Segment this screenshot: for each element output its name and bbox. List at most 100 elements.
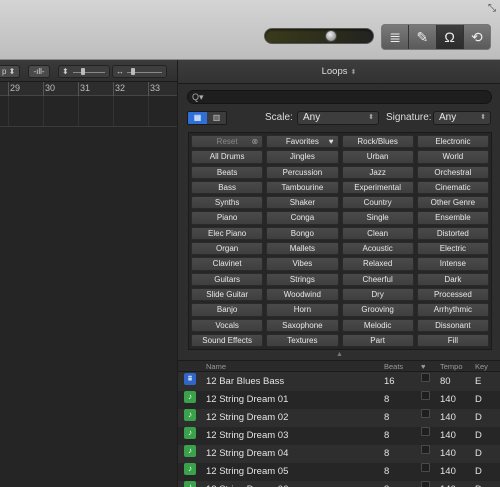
- list-editors-button[interactable]: ≣: [382, 25, 410, 49]
- keyword-button-beats[interactable]: Beats: [191, 165, 264, 179]
- keyword-button-relaxed[interactable]: Relaxed: [341, 257, 414, 271]
- catch-waveform-button[interactable]: -ıll-: [28, 65, 50, 78]
- keyword-button-guitars[interactable]: Guitars: [191, 272, 264, 286]
- keyword-button-single[interactable]: Single: [341, 211, 414, 225]
- loop-row[interactable]: ♪ 12 String Dream 05 8 140 D: [178, 463, 500, 481]
- keyword-button-clavinet[interactable]: Clavinet: [191, 257, 264, 271]
- keyword-button-sound-effects[interactable]: Sound Effects: [191, 333, 264, 348]
- keyword-button-all-drums[interactable]: All Drums: [191, 150, 264, 164]
- keyword-button-vibes[interactable]: Vibes: [266, 257, 339, 271]
- keyword-button-piano[interactable]: Piano: [191, 211, 264, 225]
- keyword-button-country[interactable]: Country: [341, 196, 414, 210]
- search-input[interactable]: [210, 92, 480, 102]
- loop-row[interactable]: ⩩ 12 Bar Blues Bass 16 80 E: [178, 373, 500, 391]
- keyword-button-tambourine[interactable]: Tambourine: [266, 180, 339, 195]
- keyword-button-banjo[interactable]: Banjo: [191, 303, 264, 317]
- column-beats[interactable]: Beats: [384, 362, 403, 371]
- keyword-button-saxophone[interactable]: Saxophone: [266, 318, 339, 332]
- loops-header[interactable]: Loops ⬍: [178, 60, 500, 84]
- keyword-button-percussion[interactable]: Percussion: [266, 165, 339, 179]
- loop-row[interactable]: ♪ 12 String Dream 03 8 140 D: [178, 427, 500, 445]
- favorite-checkbox[interactable]: [421, 445, 430, 454]
- volume-slider-knob[interactable]: [325, 30, 337, 42]
- column-name[interactable]: Name: [206, 362, 226, 371]
- keyword-button-dry[interactable]: Dry: [341, 287, 414, 302]
- master-volume-slider[interactable]: [264, 28, 374, 44]
- keyword-button-cheerful[interactable]: Cheerful: [341, 272, 414, 286]
- column-view-icon[interactable]: ▥: [207, 112, 226, 124]
- vertical-zoom-slider[interactable]: ⬍: [58, 65, 110, 78]
- timeline-ruler[interactable]: 29 30 31 32 33: [0, 82, 177, 96]
- keyword-button-rock-blues[interactable]: Rock/Blues: [341, 135, 414, 149]
- keyword-button-bongo[interactable]: Bongo: [266, 226, 339, 241]
- keyword-button-grooving[interactable]: Grooving: [341, 303, 414, 317]
- keyword-button-organ[interactable]: Organ: [191, 242, 264, 256]
- keyword-button-woodwind[interactable]: Woodwind: [266, 287, 339, 302]
- loop-row[interactable]: ♪ 12 String Dream 04 8 140 D: [178, 445, 500, 463]
- keyword-button-shaker[interactable]: Shaker: [266, 196, 339, 210]
- vertical-zoom-thumb[interactable]: [81, 68, 85, 75]
- loop-row[interactable]: ♪ 12 String Dream 01 8 140 D: [178, 391, 500, 409]
- horizontal-zoom-slider[interactable]: ↔: [112, 65, 167, 78]
- favorite-checkbox[interactable]: [421, 427, 430, 436]
- keyword-button-orchestral[interactable]: Orchestral: [416, 165, 489, 179]
- column-favorite-heart-icon[interactable]: ♥: [421, 362, 425, 371]
- column-key[interactable]: Key: [475, 362, 488, 371]
- favorite-checkbox[interactable]: [421, 481, 430, 487]
- loop-row[interactable]: ♪ 12 String Dream 06 8 140 D: [178, 481, 500, 487]
- keyword-button-jazz[interactable]: Jazz: [341, 165, 414, 179]
- keyword-button-intense[interactable]: Intense: [416, 257, 489, 271]
- loop-search-field[interactable]: Q▾: [187, 90, 492, 104]
- keyword-button-synths[interactable]: Synths: [191, 196, 264, 210]
- keyword-button-mallets[interactable]: Mallets: [266, 242, 339, 256]
- panel-resize-grip-icon[interactable]: ▲: [336, 351, 343, 358]
- track-lane[interactable]: [0, 96, 177, 126]
- keyword-button-bass[interactable]: Bass: [191, 180, 264, 195]
- keyword-button-fill[interactable]: Fill: [416, 333, 489, 348]
- keyword-button-distorted[interactable]: Distorted: [416, 226, 489, 241]
- keyword-button-acoustic[interactable]: Acoustic: [341, 242, 414, 256]
- keyword-button-slide-guitar[interactable]: Slide Guitar: [191, 287, 264, 302]
- keyword-button-ensemble[interactable]: Ensemble: [416, 211, 489, 225]
- keyword-button-part[interactable]: Part: [341, 333, 414, 348]
- keyword-button-world[interactable]: World: [416, 150, 489, 164]
- keyword-button-melodic[interactable]: Melodic: [341, 318, 414, 332]
- keyword-button-dissonant[interactable]: Dissonant: [416, 318, 489, 332]
- search-icon[interactable]: Q▾: [192, 91, 204, 103]
- keyword-button-arrhythmic[interactable]: Arrhythmic: [416, 303, 489, 317]
- keyword-button-cinematic[interactable]: Cinematic: [416, 180, 489, 195]
- keyword-button-urban[interactable]: Urban: [341, 150, 414, 164]
- keyword-button-vocals[interactable]: Vocals: [191, 318, 264, 332]
- keyword-button-clean[interactable]: Clean: [341, 226, 414, 241]
- keyword-button-elec-piano[interactable]: Elec Piano: [191, 226, 264, 241]
- loop-row[interactable]: ♪ 12 String Dream 02 8 140 D: [178, 409, 500, 427]
- horizontal-zoom-thumb[interactable]: [131, 68, 135, 75]
- keyword-button-favorites[interactable]: Favorites ♥: [266, 135, 339, 149]
- snap-popup[interactable]: p ⬍: [0, 65, 20, 78]
- favorite-checkbox[interactable]: [421, 373, 430, 382]
- keyword-button-electronic[interactable]: Electronic: [416, 135, 489, 149]
- keyword-button-dark[interactable]: Dark: [416, 272, 489, 286]
- keyword-button-textures[interactable]: Textures: [266, 333, 339, 348]
- keyword-button-horn[interactable]: Horn: [266, 303, 339, 317]
- keyword-button-jingles[interactable]: Jingles: [266, 150, 339, 164]
- keyword-button-reset[interactable]: Reset ⊗: [191, 135, 264, 149]
- keyword-button-experimental[interactable]: Experimental: [341, 180, 414, 195]
- note-pad-button[interactable]: ✎: [409, 25, 437, 49]
- favorite-checkbox[interactable]: [421, 463, 430, 472]
- loop-browser-button[interactable]: Ω: [436, 25, 464, 49]
- keyword-button-other-genre[interactable]: Other Genre: [416, 196, 489, 210]
- signature-popup[interactable]: Any ⬍: [433, 111, 491, 125]
- keyword-button-processed[interactable]: Processed: [416, 287, 489, 302]
- keyword-button-strings[interactable]: Strings: [266, 272, 339, 286]
- keyword-button-conga[interactable]: Conga: [266, 211, 339, 225]
- button-view-icon[interactable]: ▦: [188, 112, 207, 124]
- media-browser-button[interactable]: ⟲: [463, 25, 490, 49]
- keyword-button-electric[interactable]: Electric: [416, 242, 489, 256]
- favorite-checkbox[interactable]: [421, 391, 430, 400]
- clear-icon[interactable]: ⊗: [252, 136, 259, 147]
- resize-arrows-icon[interactable]: ⤡: [488, 3, 496, 14]
- column-tempo[interactable]: Tempo: [440, 362, 463, 371]
- favorite-checkbox[interactable]: [421, 409, 430, 418]
- scale-popup[interactable]: Any ⬍: [297, 111, 379, 125]
